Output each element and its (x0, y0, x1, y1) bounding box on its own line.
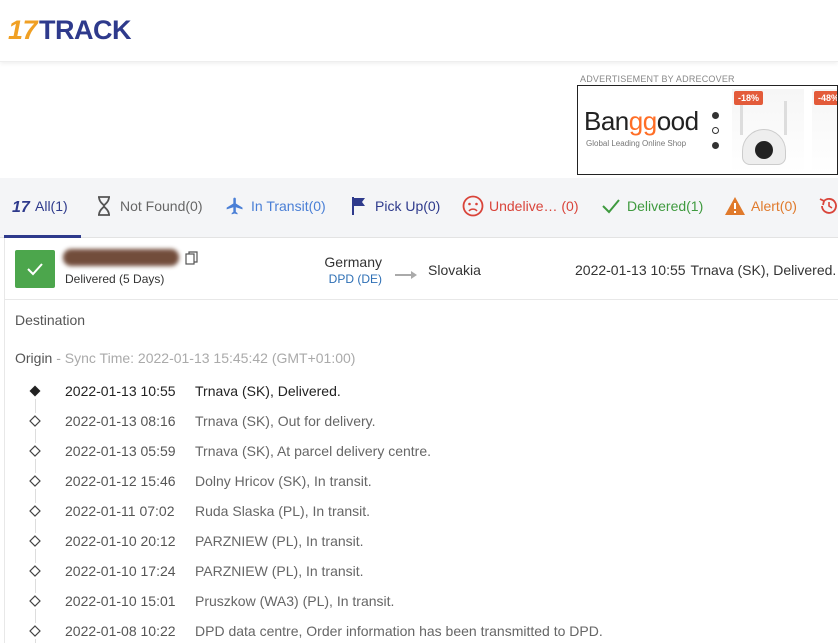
copy-icon[interactable] (185, 251, 198, 270)
origin-section-header: Origin - Sync Time: 2022-01-13 15:45:42 … (15, 350, 355, 366)
latest-event-desc: Trnava (SK), Delivered. (690, 262, 837, 278)
delivered-status-badge (15, 250, 55, 288)
event-time: 2022-01-13 10:55 (65, 383, 176, 399)
tab-label: Pick Up(0) (375, 198, 441, 214)
ad-brand-logo: Banggood (584, 106, 699, 136)
event-description: DPD data centre, Order information has b… (195, 623, 603, 639)
hollow-diamond-icon (27, 623, 43, 639)
tracking-event-row: 2022-01-13 08:16 Trnava (SK), Out for del… (27, 411, 376, 431)
tab-in-transit[interactable]: In Transit(0) (224, 194, 326, 218)
tracking-event-row: 2022-01-11 07:02 Ruda Slaska (PL), In tra… (27, 501, 370, 521)
17-logo-icon: 17 (12, 195, 34, 217)
ad-product-camera[interactable]: -18% (732, 89, 804, 173)
ad-label: ADVERTISEMENT BY ADRECOVER (580, 74, 735, 84)
tab-label: In Transit(0) (251, 198, 326, 214)
event-time: 2022-01-08 10:22 (65, 623, 176, 639)
shipment-summary-row[interactable]: Delivered (5 Days) Germany DPD (DE) Slov… (4, 238, 838, 300)
tab-alert[interactable]: Alert(0) (724, 194, 797, 218)
tracking-event-row: 2022-01-10 20:12 PARZNIEW (PL), In transi… (27, 531, 364, 551)
history-icon (818, 195, 838, 217)
svg-text:17: 17 (12, 199, 31, 215)
tab-label: Delivered(1) (627, 198, 704, 214)
tracking-event-row: 2022-01-13 05:59 Trnava (SK), At parcel d… (27, 441, 431, 461)
filled-diamond-icon (27, 383, 43, 399)
tab-label: All(1) (35, 198, 68, 214)
event-description: Trnava (SK), At parcel delivery centre. (195, 443, 432, 459)
event-time: 2022-01-11 07:02 (65, 503, 175, 519)
event-time: 2022-01-13 08:16 (65, 413, 176, 429)
event-description: PARZNIEW (PL), In transit. (195, 563, 364, 579)
origin-country: Germany (324, 254, 382, 270)
tracking-event-row: 2022-01-08 10:22 DPD data centre, Order i… (27, 621, 603, 641)
logo-word: TRACK (39, 14, 132, 45)
carrier-link[interactable]: DPD (DE) (305, 272, 382, 286)
ad-carousel-dots[interactable] (712, 112, 722, 157)
carousel-dot-icon[interactable] (712, 112, 719, 119)
event-time: 2022-01-12 15:46 (65, 473, 176, 489)
tab-label: Undelive… (0) (489, 198, 579, 214)
event-time: 2022-01-10 20:12 (65, 533, 176, 549)
discount-badge: -48% (814, 91, 837, 105)
tab-not-found[interactable]: Not Found(0) (93, 194, 202, 218)
tracking-number-redacted[interactable] (63, 249, 179, 266)
tracking-event-row: 2022-01-10 17:24 PARZNIEW (PL), In transi… (27, 561, 364, 581)
tracking-event-row: 2022-01-10 15:01 Pruszkow (WA3) (PL), In … (27, 591, 394, 611)
tab-undelivered[interactable]: Undelive… (0) (462, 194, 578, 218)
carousel-dot-icon[interactable] (712, 142, 719, 149)
event-description: PARZNIEW (PL), In transit. (195, 533, 364, 549)
ad-banner[interactable]: Banggood Global Leading Online Shop -18%… (577, 85, 838, 175)
origin-label: Origin (15, 350, 53, 366)
warning-icon (724, 195, 746, 217)
tab-delivered[interactable]: Delivered(1) (600, 194, 703, 218)
event-time: 2022-01-10 15:01 (65, 593, 176, 609)
hollow-diamond-icon (27, 473, 43, 489)
tab-label: Alert(0) (751, 198, 797, 214)
ad-tagline: Global Leading Online Shop (586, 139, 687, 148)
tracking-detail-panel: Destination Origin - Sync Time: 2022-01-… (4, 300, 838, 643)
discount-badge: -18% (734, 91, 764, 105)
sad-face-icon (462, 195, 484, 217)
tab-history[interactable] (818, 194, 838, 218)
check-icon (27, 263, 43, 276)
tab-all[interactable]: 17 All(1) (12, 194, 68, 218)
event-description: Ruda Slaska (PL), In transit. (195, 503, 371, 519)
carousel-dot-icon[interactable] (712, 127, 719, 134)
status-filter-tabs: 17 All(1) Not Found(0) In Transit(0) Pic… (0, 178, 838, 238)
ad-product-partial[interactable]: -48% (812, 89, 837, 173)
tab-pick-up[interactable]: Pick Up(0) (348, 194, 440, 218)
hollow-diamond-icon (27, 443, 43, 459)
hollow-diamond-icon (27, 593, 43, 609)
sync-time: - Sync Time: 2022-01-13 15:45:42 (GMT+01… (52, 350, 356, 366)
airplane-icon (224, 195, 246, 217)
top-header: 17 TRACK (0, 0, 838, 62)
delivery-status-text: Delivered (5 Days) (65, 272, 165, 286)
event-description: Dolny Hricov (SK), In transit. (195, 473, 372, 489)
17track-logo[interactable]: 17 TRACK (8, 14, 132, 46)
event-description: Trnava (SK), Out for delivery. (195, 413, 376, 429)
tab-label: Not Found(0) (120, 198, 203, 214)
destination-country: Slovakia (428, 262, 481, 278)
hollow-diamond-icon (27, 533, 43, 549)
check-icon (600, 195, 622, 217)
logo-number: 17 (8, 14, 38, 45)
event-time: 2022-01-10 17:24 (65, 563, 176, 579)
latest-event-time: 2022-01-13 10:55 (575, 262, 686, 278)
event-description: Pruszkow (WA3) (PL), In transit. (195, 593, 395, 609)
route-arrow-icon (395, 266, 419, 284)
hollow-diamond-icon (27, 503, 43, 519)
event-description: Trnava (SK), Delivered. (195, 383, 341, 399)
tracking-event-row: 2022-01-12 15:46 Dolny Hricov (SK), In tr… (27, 471, 372, 491)
hollow-diamond-icon (27, 563, 43, 579)
latest-event-summary: 2022-01-13 10:55 Trnava (SK), Delivered. (575, 262, 838, 278)
hourglass-icon (93, 195, 115, 217)
event-time: 2022-01-13 05:59 (65, 443, 176, 459)
flag-icon (348, 195, 370, 217)
destination-section-label: Destination (15, 312, 86, 328)
tracking-event-row: 2022-01-13 10:55 Trnava (SK), Delivered. (27, 381, 341, 401)
hollow-diamond-icon (27, 413, 43, 429)
